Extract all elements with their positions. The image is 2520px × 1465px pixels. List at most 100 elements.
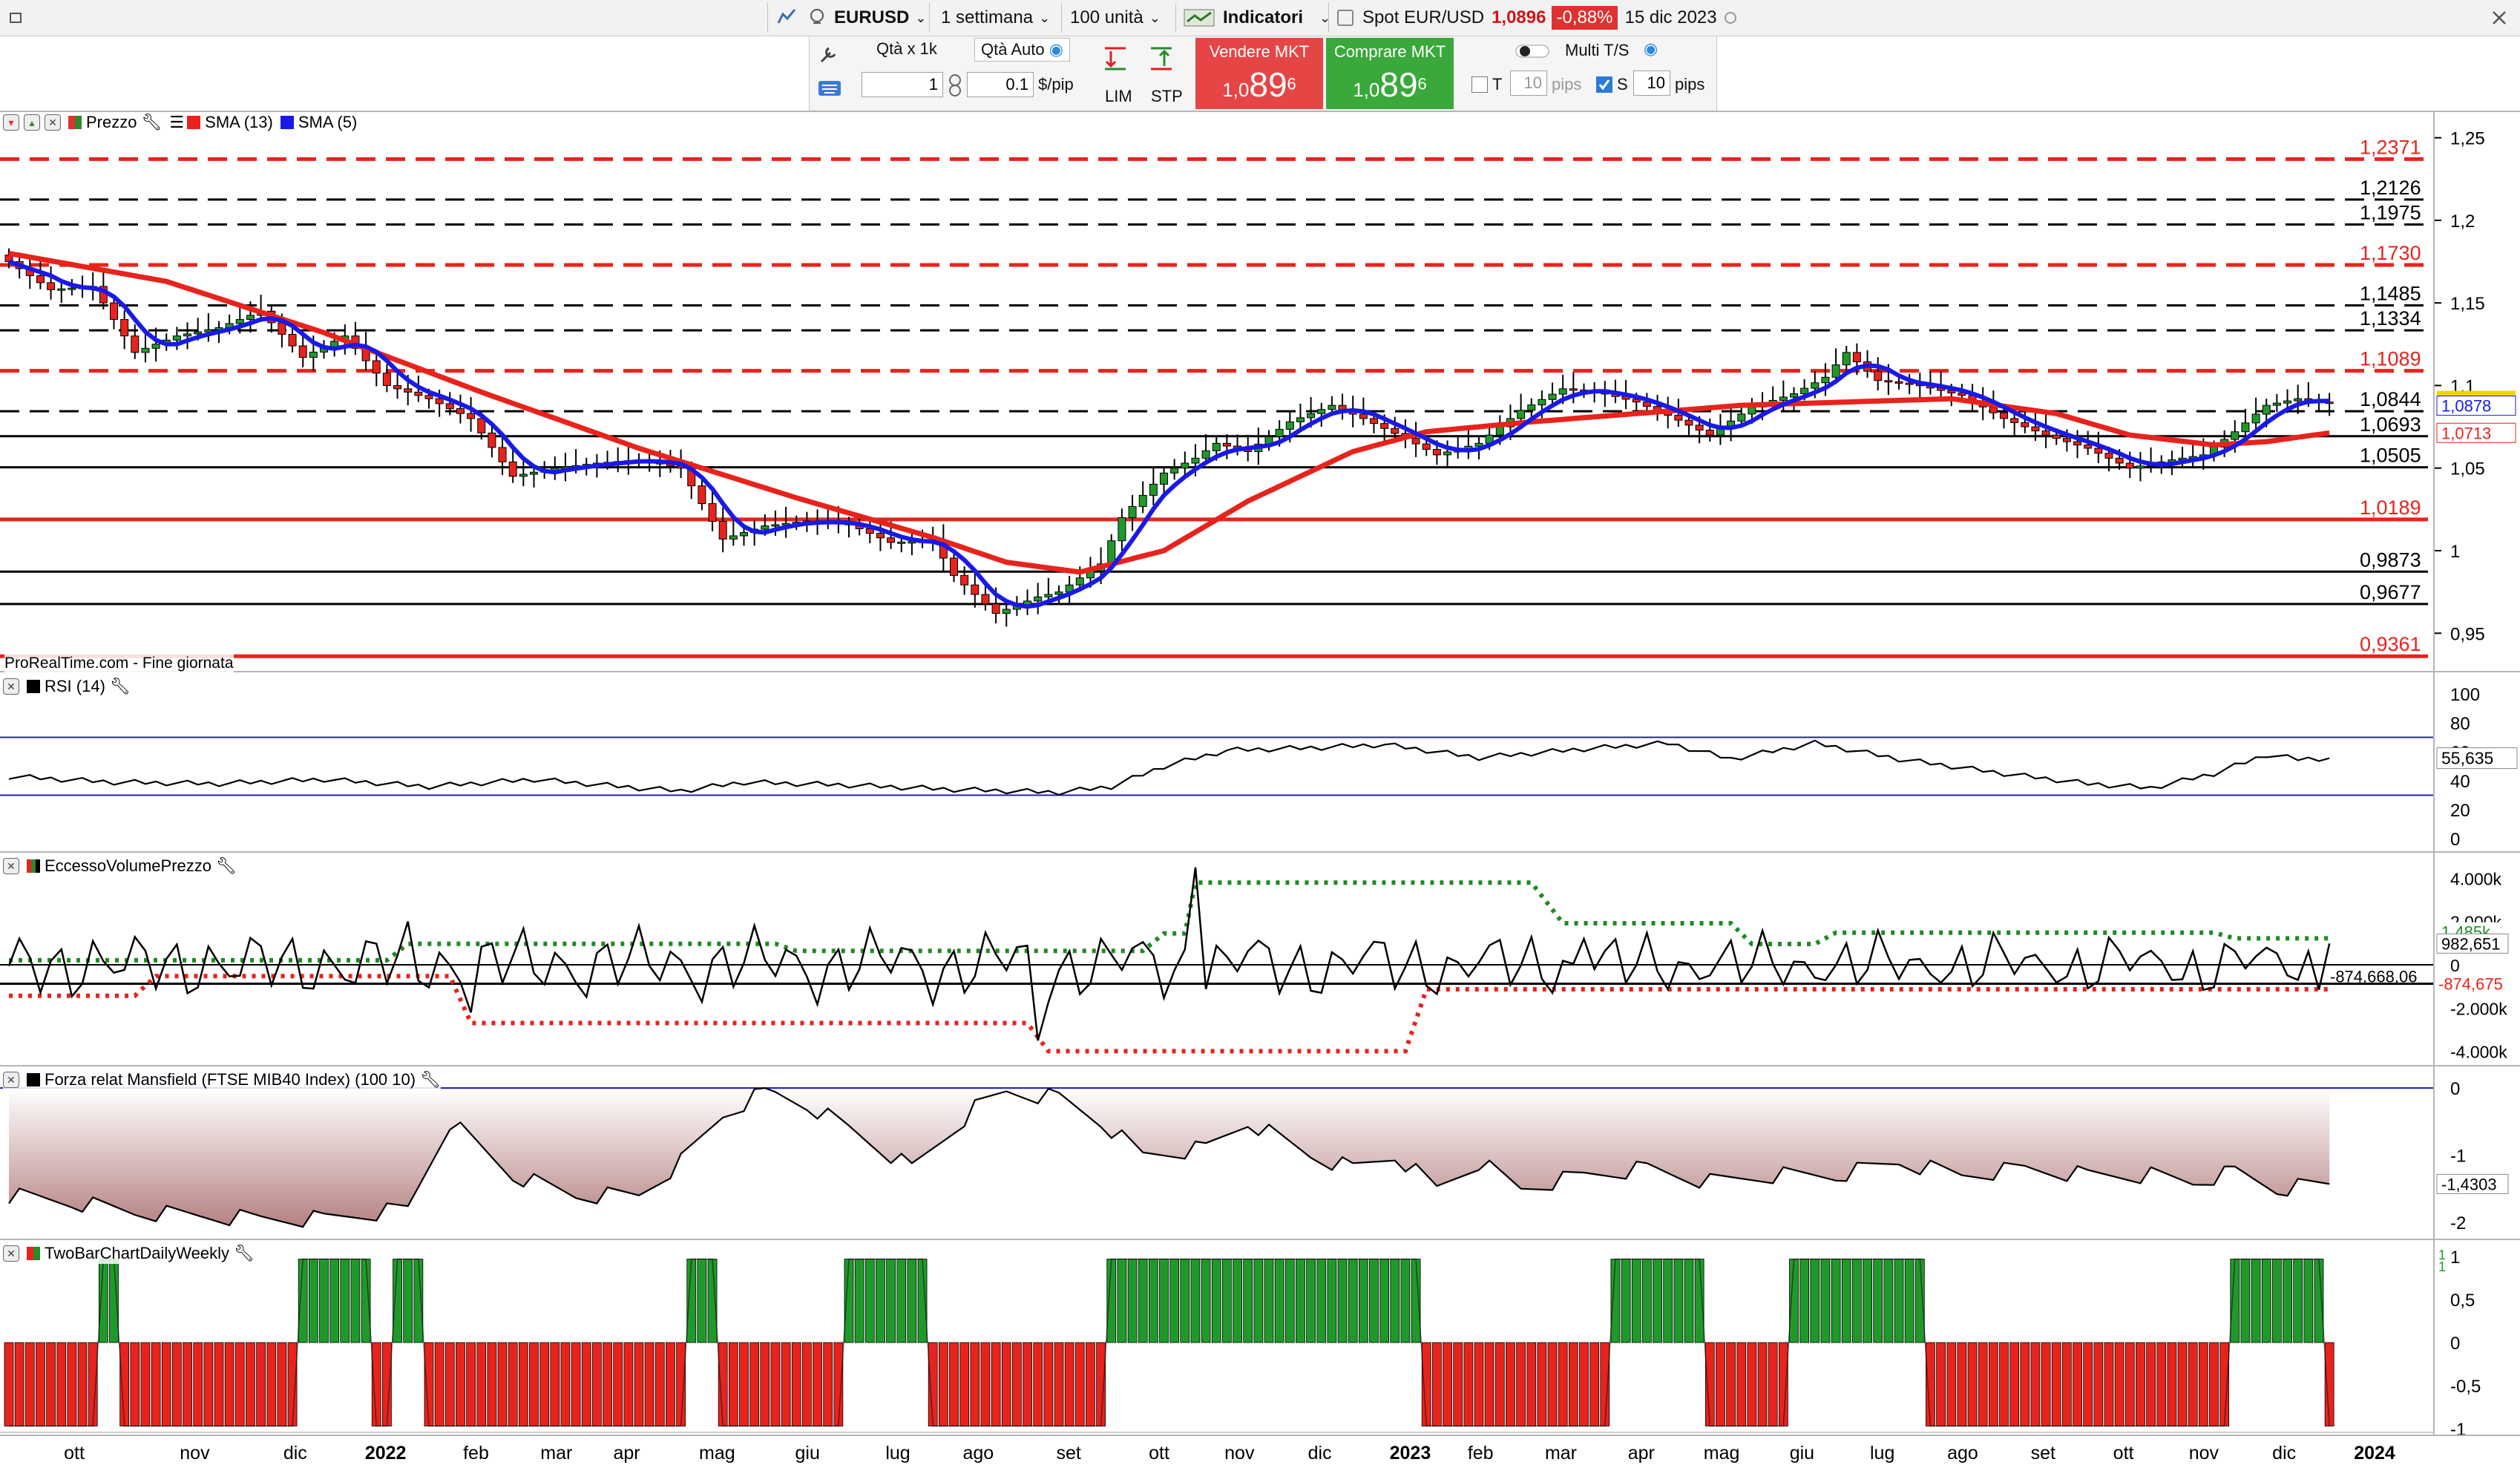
sma13-value-label: 1,0713 <box>2441 424 2491 442</box>
keyboard-icon[interactable] <box>817 78 842 103</box>
twobar-bar <box>508 1342 518 1426</box>
twobar-bar <box>151 1342 161 1426</box>
twobar-bar <box>4 1342 14 1426</box>
stop-order-icon[interactable] <box>1146 44 1176 78</box>
candle-body <box>1884 380 1893 383</box>
limit-order-icon[interactable] <box>1100 44 1130 78</box>
twobar-bar <box>1484 1342 1494 1426</box>
chart-type-icon[interactable] <box>775 0 798 36</box>
candle-body <box>971 584 980 595</box>
candle-body <box>361 347 370 361</box>
info-bubble-icon: ◉ <box>1049 40 1063 59</box>
twobar-bar <box>728 1342 738 1426</box>
twobar-bar <box>1936 1342 1946 1426</box>
chart-area[interactable]: 1,25 1,2 1,15 1,1 1,05 1 0,95 1,2371 1,21261,197… <box>0 0 2520 1465</box>
twobar-bar <box>234 1342 245 1426</box>
qty-input[interactable]: 1 <box>862 72 943 97</box>
twobar-bar <box>634 1342 644 1426</box>
candle-body <box>1779 396 1788 401</box>
candle-body <box>424 395 433 399</box>
link-chain-icon[interactable] <box>948 73 962 102</box>
candle-body <box>614 461 623 464</box>
candle-body <box>1065 584 1074 593</box>
close-panel-icon[interactable]: ✕ <box>3 858 19 874</box>
wrench-icon[interactable]: 🔧︎ <box>141 113 162 132</box>
close-panel-icon[interactable]: ✕ <box>3 678 19 695</box>
close-panel-icon[interactable]: ✕ <box>3 1072 19 1088</box>
candle-body <box>1863 361 1872 372</box>
twobar-bar <box>393 1259 402 1343</box>
multi-ts-toggle[interactable] <box>1515 42 1550 65</box>
candle-body <box>908 541 916 544</box>
candle-body <box>1894 381 1903 384</box>
t-pips-input[interactable]: 10 <box>1510 71 1547 96</box>
candle-body <box>1233 445 1242 450</box>
close-icon[interactable] <box>2490 0 2508 36</box>
candle-body <box>2283 400 2292 404</box>
x-axis-label: giu <box>795 1443 820 1464</box>
twobar-bar <box>98 1259 108 1343</box>
mansfield-panel-title: ✕ Forza relat Mansfield (FTSE MIB40 Inde… <box>3 1069 442 1090</box>
units-select[interactable]: 100 unità ⌄ <box>1070 0 1161 36</box>
symbol-select[interactable]: EURUSD ⌄ <box>834 0 926 36</box>
twobar-bar <box>959 1342 970 1426</box>
candle-body <box>666 463 675 467</box>
price-axis-label: 1,15 <box>2450 294 2485 314</box>
link-icon[interactable] <box>806 0 828 36</box>
qty-auto-button[interactable]: Qtà Auto ◉ <box>974 38 1070 62</box>
level-label: 1,0189 <box>2360 496 2421 519</box>
twobar-bar <box>2198 1342 2208 1426</box>
buy-market-button[interactable]: Comprare MKT 1,0896 <box>1326 38 1454 109</box>
candle-body <box>1012 604 1021 610</box>
candle-body <box>1201 450 1210 459</box>
candle-body <box>918 540 927 543</box>
take-profit-checkbox[interactable] <box>1471 76 1488 93</box>
twobar-bar <box>1641 1259 1652 1343</box>
twobar-bar <box>2167 1342 2177 1426</box>
mansfield-axis-label: -1 <box>2450 1146 2466 1166</box>
x-axis-label: lug <box>885 1443 910 1464</box>
wrench-icon[interactable] <box>817 44 839 71</box>
candle-body <box>2094 448 2103 454</box>
twobar-bar <box>1127 1259 1138 1343</box>
candle-body <box>2231 431 2240 440</box>
window-restore-icon[interactable] <box>7 0 25 36</box>
candle-body <box>1338 404 1347 410</box>
candle-body <box>887 537 896 543</box>
twobar-bar <box>1704 1342 1715 1426</box>
sma5-tag <box>2436 396 2516 416</box>
wrench-icon[interactable]: 🔧︎ <box>110 677 131 696</box>
candle-body <box>404 388 413 393</box>
collapse-icon[interactable]: ▾ <box>3 114 19 131</box>
chevron-down-icon: ⌄ <box>1039 10 1051 25</box>
twobar-bar <box>1180 1259 1190 1343</box>
stop-loss-checkbox[interactable] <box>1596 76 1612 93</box>
twobar-bar <box>1074 1342 1085 1426</box>
twobar-bar <box>371 1342 381 1426</box>
close-panel-icon[interactable]: ✕ <box>45 114 61 131</box>
period-select[interactable]: 1 settimana ⌄ <box>941 0 1050 36</box>
twobar-bar <box>1547 1342 1558 1426</box>
list-icon[interactable]: ☰ <box>169 113 184 132</box>
s-pips-input[interactable]: 10 <box>1633 71 1670 96</box>
twobar-bar <box>193 1342 203 1426</box>
indicators-button[interactable]: Indicatori ⌄ <box>1183 0 1330 36</box>
twobar-bar <box>1568 1342 1578 1426</box>
candle-body <box>1411 438 1420 445</box>
mansfield-panel: 0 -1 -2 -1,4303 <box>0 1079 2509 1233</box>
twobar-bar <box>1516 1342 1526 1426</box>
wrench-icon[interactable]: 🔧︎ <box>234 1244 255 1263</box>
twobar-panel-title: ✕ TwoBarChartDailyWeekly 🔧︎ <box>3 1243 255 1264</box>
expand-icon[interactable]: ▴ <box>24 114 40 131</box>
twobar-bar <box>1264 1259 1274 1343</box>
x-axis-label: 2024 <box>2354 1443 2395 1464</box>
twobar-bar <box>119 1342 130 1426</box>
pip-value-input[interactable]: 0.1 <box>967 72 1034 97</box>
wrench-icon[interactable]: 🔧︎ <box>420 1070 441 1089</box>
close-panel-icon[interactable]: ✕ <box>3 1245 19 1262</box>
wrench-icon[interactable]: 🔧︎ <box>216 856 237 876</box>
candle-body <box>687 468 696 487</box>
candle-body <box>1716 427 1725 436</box>
twobar-bar <box>171 1342 182 1426</box>
sell-market-button[interactable]: Vendere MKT 1,0896 <box>1195 38 1323 109</box>
